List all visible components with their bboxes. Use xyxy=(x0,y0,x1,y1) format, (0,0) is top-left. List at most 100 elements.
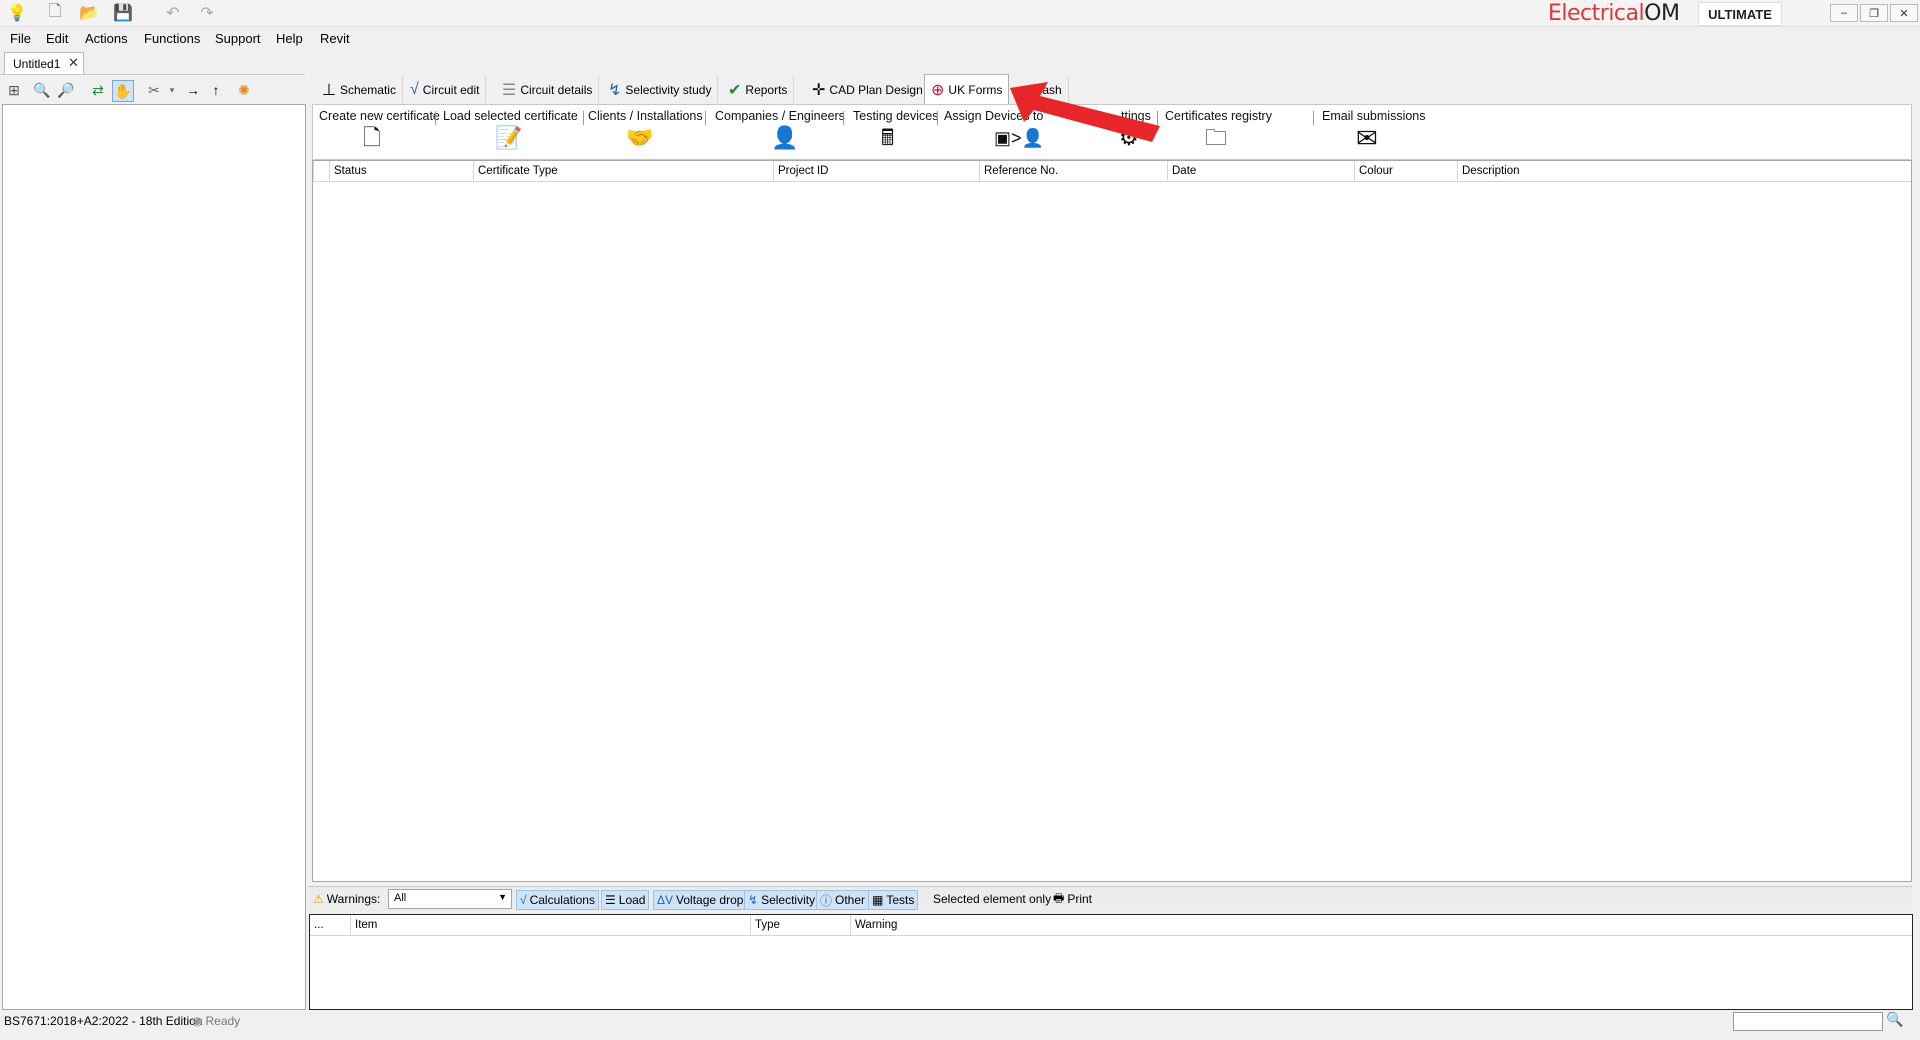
save-icon[interactable]: 💾 xyxy=(112,2,134,24)
close-button[interactable]: ✕ xyxy=(1890,4,1918,22)
status-bar: BS7671:2018+A2:2022 - 18th Edition ◉ Read… xyxy=(0,1010,1920,1040)
ribbon-separator xyxy=(843,111,844,125)
menu-functions[interactable]: Functions xyxy=(144,31,200,46)
menu-edit[interactable]: Edit xyxy=(46,31,68,46)
ready-status: ◉ Ready xyxy=(192,1014,241,1028)
standard-edition-text: BS7671:2018+A2:2022 - 18th Edition xyxy=(4,1014,203,1028)
brand-logo: ElectricalOM xyxy=(1548,1,1680,26)
tab-reports[interactable]: ✔ Reports xyxy=(722,76,795,103)
title-bar: 💡 🗋 📂 💾 ↶ ↷ ElectricalOM ULTIMATE – ❐ ✕ xyxy=(0,0,1920,27)
ribbon-separator xyxy=(1313,111,1314,125)
tab-cad-plan-design[interactable]: ✛ CAD Plan Design xyxy=(806,76,930,103)
red-annotation-arrow-icon xyxy=(1010,82,1160,142)
testing-devices-button[interactable]: Testing devices 🖩 xyxy=(853,109,938,157)
column-description[interactable]: Description xyxy=(1457,161,1911,181)
toggle-voltage-drop[interactable]: ΔV Voltage drop xyxy=(653,890,748,910)
column-date[interactable]: Date xyxy=(1167,161,1354,181)
warnings-column-item[interactable]: Item xyxy=(350,915,750,935)
toggle-selectivity[interactable]: ↯ Selectivity xyxy=(744,890,820,910)
certificates-grid-header: Status Certificate Type Project ID Refer… xyxy=(313,161,1911,182)
menu-actions[interactable]: Actions xyxy=(85,31,128,46)
tab-schematic[interactable]: ⊥ Schematic xyxy=(316,76,403,103)
companies-engineers-button[interactable]: Companies / Engineers 👤 xyxy=(715,109,845,157)
selected-element-only-toggle[interactable]: Selected element only xyxy=(930,890,1054,908)
warnings-column-type[interactable]: Type xyxy=(750,915,850,935)
clients-installations-button[interactable]: Clients / Installations 🤝 xyxy=(588,109,703,157)
tests-icon: ▦ xyxy=(872,893,884,907)
row-selector-header xyxy=(313,161,329,181)
tab-circuit-details[interactable]: ☰ Circuit details xyxy=(496,76,600,103)
selectivity-icon: ↯ xyxy=(608,81,622,99)
tab-uk-forms[interactable]: ⊕ UK Forms xyxy=(924,74,1010,104)
zoom-out-icon[interactable]: 🔎 xyxy=(56,80,76,100)
zoom-in-icon[interactable]: 🔍 xyxy=(32,80,52,100)
left-toolbar: ⊞ 🔍 🔎 ⇄ ✋ ✂ ▾ → ↑ ✺ xyxy=(0,74,305,105)
project-tree-panel[interactable] xyxy=(2,104,306,1010)
warnings-filter-select[interactable]: All ▼ xyxy=(388,889,512,909)
app-logo-icon[interactable]: 💡 xyxy=(6,2,28,24)
email-submissions-button[interactable]: Email submissions ✉ xyxy=(1322,109,1426,157)
certificates-grid[interactable]: Status Certificate Type Project ID Refer… xyxy=(312,160,1912,882)
chevron-down-icon[interactable]: ▾ xyxy=(162,80,182,100)
warning-icon: ⚠ xyxy=(313,892,324,906)
schematic-icon: ⊥ xyxy=(322,81,336,99)
menu-help[interactable]: Help xyxy=(276,31,303,46)
create-new-certificate-button[interactable]: Create new certificate 🗋 xyxy=(319,109,440,157)
selectivity-icon: ↯ xyxy=(748,893,759,907)
voltage-drop-icon: ΔV xyxy=(657,893,674,907)
certificates-registry-button[interactable]: Certificates registry 🗀 xyxy=(1165,109,1272,157)
tab-circuit-edit[interactable]: √ Circuit edit xyxy=(404,76,487,103)
hand-tool-icon[interactable]: ✋ xyxy=(112,80,134,102)
warnings-column-warning[interactable]: Warning xyxy=(850,915,1912,935)
load-selected-certificate-button[interactable]: Load selected certificate 📝 xyxy=(443,109,578,157)
document-tab[interactable]: Untitled1 ✕ xyxy=(4,52,84,75)
undo-icon[interactable]: ↶ xyxy=(162,2,184,24)
warnings-column-more[interactable]: ... xyxy=(310,915,350,935)
search-icon[interactable]: 🔍 xyxy=(1886,1011,1903,1028)
print-button[interactable]: 🖶 Print xyxy=(1050,890,1095,908)
toggle-load[interactable]: ☰ Load xyxy=(601,890,650,910)
column-status[interactable]: Status xyxy=(329,161,473,181)
column-colour[interactable]: Colour xyxy=(1354,161,1457,181)
circuit-details-icon: ☰ xyxy=(502,81,517,99)
tools-icon[interactable]: ✂ xyxy=(144,80,164,100)
testing-device-icon: 🖩 xyxy=(881,125,895,150)
tab-selectivity-study[interactable]: ↯ Selectivity study xyxy=(602,76,719,103)
toggle-other[interactable]: ⓘ Other xyxy=(816,890,870,910)
minimize-button[interactable]: – xyxy=(1830,4,1858,22)
handshake-icon: 🤝 xyxy=(626,125,654,150)
ribbon-separator xyxy=(583,111,584,125)
new-file-icon[interactable]: 🗋 xyxy=(44,2,66,24)
menu-revit[interactable]: Revit xyxy=(320,31,350,46)
status-search-input[interactable] xyxy=(1733,1012,1883,1031)
warnings-label: ⚠ Warnings: xyxy=(313,892,381,906)
envelope-icon: ✉ xyxy=(1356,123,1378,153)
folder-icon: 🗀 xyxy=(1205,125,1228,150)
load-certificate-icon: 📝 xyxy=(495,125,523,150)
ribbon-separator xyxy=(937,111,938,125)
column-project-id[interactable]: Project ID xyxy=(773,161,979,181)
menu-bar: File Edit Actions Functions Support Help… xyxy=(0,27,1920,49)
warnings-header-divider xyxy=(310,935,1912,936)
toggle-calculations[interactable]: √ Calculations xyxy=(516,890,599,910)
open-folder-icon[interactable]: 📂 xyxy=(78,2,100,24)
refresh-icon[interactable]: ⇄ xyxy=(88,80,108,100)
redo-icon[interactable]: ↷ xyxy=(196,2,218,24)
column-reference-no[interactable]: Reference No. xyxy=(979,161,1167,181)
arrow-right-icon[interactable]: → xyxy=(183,80,203,100)
sun-settings-icon[interactable]: ✺ xyxy=(234,80,254,100)
restore-button[interactable]: ❐ xyxy=(1860,4,1888,22)
toggle-tests[interactable]: ▦ Tests xyxy=(868,890,919,910)
ribbon-separator xyxy=(435,111,436,125)
arrow-up-icon[interactable]: ↑ xyxy=(206,80,226,100)
close-tab-icon[interactable]: ✕ xyxy=(68,55,79,71)
menu-support[interactable]: Support xyxy=(215,31,261,46)
column-certificate-type[interactable]: Certificate Type xyxy=(473,161,773,181)
status-circle-icon: ◉ xyxy=(192,1014,203,1028)
chevron-down-icon: ▼ xyxy=(498,892,507,902)
menu-file[interactable]: File xyxy=(10,31,31,46)
printer-icon: 🖶 xyxy=(1053,890,1065,905)
tree-view-icon[interactable]: ⊞ xyxy=(4,80,24,100)
reports-icon: ✔ xyxy=(728,81,742,99)
warnings-grid[interactable]: ... Item Type Warning xyxy=(309,914,1913,1010)
